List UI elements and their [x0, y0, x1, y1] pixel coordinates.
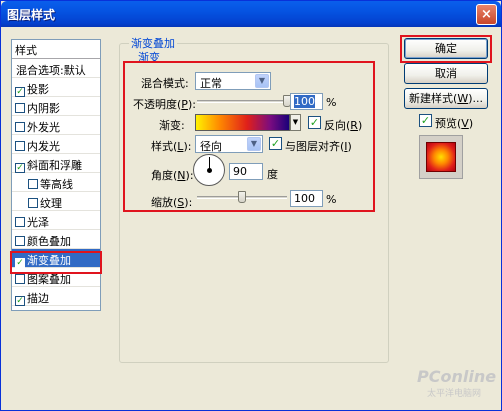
reverse-label: 反向(R) — [324, 119, 363, 132]
style-select[interactable]: 径向 ▼ — [195, 135, 263, 153]
style-item-checkbox[interactable] — [28, 179, 38, 189]
style-item-label: 混合选项:默认 — [16, 64, 86, 77]
title-bar[interactable]: 图层样式 × — [1, 1, 501, 27]
scale-input[interactable]: 100 — [290, 190, 323, 207]
style-item-label: 描边 — [27, 292, 49, 305]
align-with-layer-label: 与图层对齐(I) — [285, 140, 352, 153]
preview-label: 预览(V) — [435, 117, 474, 130]
angle-dial[interactable] — [193, 154, 225, 186]
blend-mode-value: 正常 — [200, 77, 222, 90]
style-item-checkbox[interactable] — [15, 103, 25, 113]
blend-mode-label: 混合模式: — [141, 77, 189, 90]
style-item-checkbox[interactable]: ✓ — [15, 87, 25, 97]
scale-slider-thumb[interactable] — [238, 191, 246, 203]
scale-unit: % — [326, 193, 337, 206]
scale-label: 缩放(S): — [151, 196, 193, 209]
selected-style-highlight — [10, 251, 102, 274]
ok-button-highlight — [400, 35, 492, 63]
style-item[interactable]: 等高线 — [12, 173, 100, 192]
layer-style-dialog: 图层样式 × 样式 混合选项:默认 ✓ 投影 内阴影 外发光 内发光 ✓ 斜面和浮雕 等高线 纹理… — [0, 0, 502, 411]
angle-input[interactable]: 90 — [229, 163, 263, 180]
opacity-slider-track[interactable] — [197, 100, 287, 103]
style-item-checkbox[interactable] — [15, 122, 25, 132]
style-item[interactable]: 内阴影 — [12, 97, 100, 116]
style-preview — [419, 135, 463, 179]
style-item[interactable]: ✓ 投影 — [12, 78, 100, 97]
chevron-down-icon[interactable]: ▼ — [255, 74, 269, 88]
preview-swatch — [426, 142, 456, 172]
chevron-down-icon[interactable]: ▼ — [247, 137, 261, 151]
style-item-checkbox[interactable] — [28, 198, 38, 208]
style-item[interactable]: 纹理 — [12, 192, 100, 211]
style-item-label: 纹理 — [40, 197, 62, 210]
reverse-checkbox[interactable]: ✓ — [308, 116, 321, 129]
style-item[interactable]: 光泽 — [12, 211, 100, 230]
angle-unit: 度 — [267, 168, 278, 181]
style-item[interactable]: ✓ 描边 — [12, 287, 100, 306]
opacity-label: 不透明度(P): — [133, 98, 196, 111]
gradient-label: 渐变: — [159, 119, 185, 132]
style-item[interactable]: ✓ 斜面和浮雕 — [12, 154, 100, 173]
style-item-label: 内阴影 — [27, 102, 60, 115]
style-item-checkbox[interactable] — [15, 141, 25, 151]
angle-center-dot — [207, 168, 212, 173]
style-item-label: 投影 — [27, 83, 49, 96]
style-item-checkbox[interactable]: ✓ — [15, 296, 25, 306]
style-item-checkbox[interactable] — [15, 274, 25, 284]
blend-mode-select[interactable]: 正常 ▼ — [195, 72, 271, 90]
style-item[interactable]: 颜色叠加 — [12, 230, 100, 249]
style-item-label: 光泽 — [27, 216, 49, 229]
watermark-sub: 太平洋电脑网 — [427, 389, 482, 399]
style-item-label: 等高线 — [40, 178, 73, 191]
new-style-button[interactable]: 新建样式(W)... — [404, 88, 488, 109]
style-label: 样式(L): — [151, 140, 192, 153]
style-item-label: 颜色叠加 — [27, 235, 71, 248]
style-item-checkbox[interactable]: ✓ — [15, 163, 25, 173]
style-item[interactable]: 混合选项:默认 — [12, 59, 100, 78]
angle-label: 角度(N): — [151, 169, 194, 182]
gradient-swatch[interactable] — [195, 114, 290, 131]
style-item-checkbox[interactable] — [15, 217, 25, 227]
align-with-layer-checkbox[interactable]: ✓ — [269, 137, 282, 150]
close-icon[interactable]: × — [476, 4, 497, 25]
window-title: 图层样式 — [7, 8, 56, 22]
gradient-picker-arrow-icon[interactable]: ▼ — [290, 114, 301, 131]
style-item-checkbox[interactable] — [15, 236, 25, 246]
style-item-label: 内发光 — [27, 140, 60, 153]
style-item-label: 外发光 — [27, 121, 60, 134]
opacity-input[interactable]: 100 — [290, 93, 323, 110]
style-item[interactable]: 外发光 — [12, 116, 100, 135]
styles-list-header: 样式 — [12, 40, 100, 59]
preview-checkbox[interactable]: ✓ — [419, 114, 432, 127]
opacity-unit: % — [326, 96, 337, 109]
style-item-label: 图案叠加 — [27, 273, 71, 286]
style-item[interactable]: 内发光 — [12, 135, 100, 154]
watermark-brand: PConline — [417, 367, 497, 386]
style-value: 径向 — [200, 140, 222, 153]
cancel-button[interactable]: 取消 — [404, 63, 488, 84]
style-item-label: 斜面和浮雕 — [27, 159, 82, 172]
